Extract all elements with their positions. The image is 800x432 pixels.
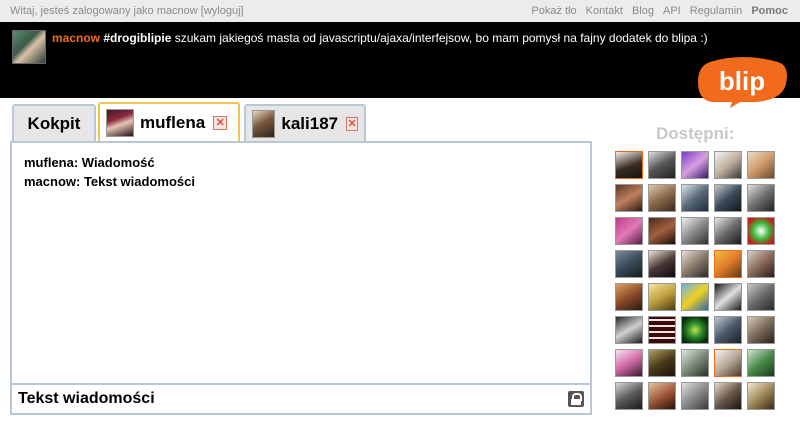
user-avatar[interactable] (681, 151, 709, 179)
tab-kali187[interactable]: kali187 ✕ (244, 104, 366, 142)
user-avatar[interactable] (648, 184, 676, 212)
user-avatar[interactable] (747, 250, 775, 278)
user-avatar[interactable] (615, 283, 643, 311)
blip-logo[interactable]: blip (696, 56, 788, 108)
user-avatar[interactable] (681, 283, 709, 311)
user-avatar[interactable] (615, 349, 643, 377)
user-avatar[interactable] (681, 349, 709, 377)
user-avatar[interactable] (747, 349, 775, 377)
user-avatar[interactable] (747, 316, 775, 344)
user-avatar[interactable] (615, 184, 643, 212)
user-avatar[interactable] (714, 382, 742, 410)
message-composer (12, 383, 590, 413)
status-text: szukam jakiegoś masta od javascriptu/aja… (171, 31, 708, 45)
top-links: Pokaż tło Kontakt Blog API Regulamin Pom… (531, 5, 788, 17)
online-users-grid (615, 151, 783, 410)
user-avatar[interactable] (681, 382, 709, 410)
user-avatar[interactable] (714, 151, 742, 179)
close-icon[interactable]: ✕ (213, 116, 228, 130)
muflena-avatar (106, 109, 134, 137)
tab-label: muflena (140, 113, 206, 132)
user-avatar[interactable] (747, 283, 775, 311)
user-avatar[interactable] (648, 151, 676, 179)
user-avatar[interactable] (681, 316, 709, 344)
tab-label: kali187 (281, 114, 339, 133)
status-user[interactable]: macnow (52, 31, 100, 45)
user-avatar[interactable] (747, 382, 775, 410)
user-avatar[interactable] (714, 316, 742, 344)
user-avatar[interactable] (648, 217, 676, 245)
user-avatar[interactable] (714, 250, 742, 278)
tab-label: Kokpit (27, 114, 81, 133)
user-avatar[interactable] (714, 184, 742, 212)
welcome-text: Witaj, jesteś zalogowany jako macnow [wy… (10, 5, 244, 17)
user-avatar[interactable] (714, 217, 742, 245)
status-avatar[interactable] (12, 30, 46, 64)
user-avatar[interactable] (648, 283, 676, 311)
user-avatar[interactable] (747, 151, 775, 179)
lock-icon[interactable] (568, 391, 584, 407)
tab-kokpit[interactable]: Kokpit (12, 104, 96, 142)
user-avatar[interactable] (648, 250, 676, 278)
latest-status: macnow #drogiblipie szukam jakiegoś mast… (52, 30, 712, 46)
user-avatar[interactable] (648, 349, 676, 377)
user-avatar[interactable] (648, 316, 676, 344)
show-background-link[interactable]: Pokaż tło (531, 5, 576, 17)
contact-link[interactable]: Kontakt (586, 5, 623, 17)
online-title: Dostępni: (656, 124, 735, 143)
user-avatar[interactable] (747, 184, 775, 212)
user-avatar[interactable] (615, 382, 643, 410)
tab-muflena[interactable]: muflena ✕ (98, 102, 240, 142)
top-bar: Witaj, jesteś zalogowany jako macnow [wy… (0, 0, 800, 22)
status-tag[interactable]: #drogiblipie (103, 31, 171, 45)
user-avatar[interactable] (681, 250, 709, 278)
user-avatar[interactable] (615, 217, 643, 245)
message-list: muflena: Wiadomość macnow: Tekst wiadomo… (24, 153, 195, 191)
user-avatar[interactable] (615, 151, 643, 179)
user-avatar[interactable] (615, 250, 643, 278)
logo-text: blip (719, 66, 765, 96)
message-input[interactable] (18, 389, 558, 409)
user-avatar[interactable] (747, 217, 775, 245)
api-link[interactable]: API (663, 5, 681, 17)
help-link[interactable]: Pomoc (751, 5, 788, 17)
logout-link[interactable]: [wyloguj] (201, 5, 244, 17)
blog-link[interactable]: Blog (632, 5, 654, 17)
user-avatar[interactable] (615, 316, 643, 344)
welcome-label: Witaj, jesteś zalogowany jako macnow (10, 5, 198, 17)
chat-panel: muflena: Wiadomość macnow: Tekst wiadomo… (10, 141, 592, 415)
kali187-avatar (252, 110, 276, 138)
message-item: macnow: Tekst wiadomości (24, 174, 195, 189)
user-avatar[interactable] (714, 349, 742, 377)
user-avatar[interactable] (648, 382, 676, 410)
message-item: muflena: Wiadomość (24, 155, 155, 170)
header: macnow #drogiblipie szukam jakiegoś mast… (0, 22, 800, 98)
terms-link[interactable]: Regulamin (690, 5, 743, 17)
user-avatar[interactable] (681, 184, 709, 212)
close-icon[interactable]: ✕ (346, 117, 358, 131)
user-avatar[interactable] (714, 283, 742, 311)
user-avatar[interactable] (681, 217, 709, 245)
